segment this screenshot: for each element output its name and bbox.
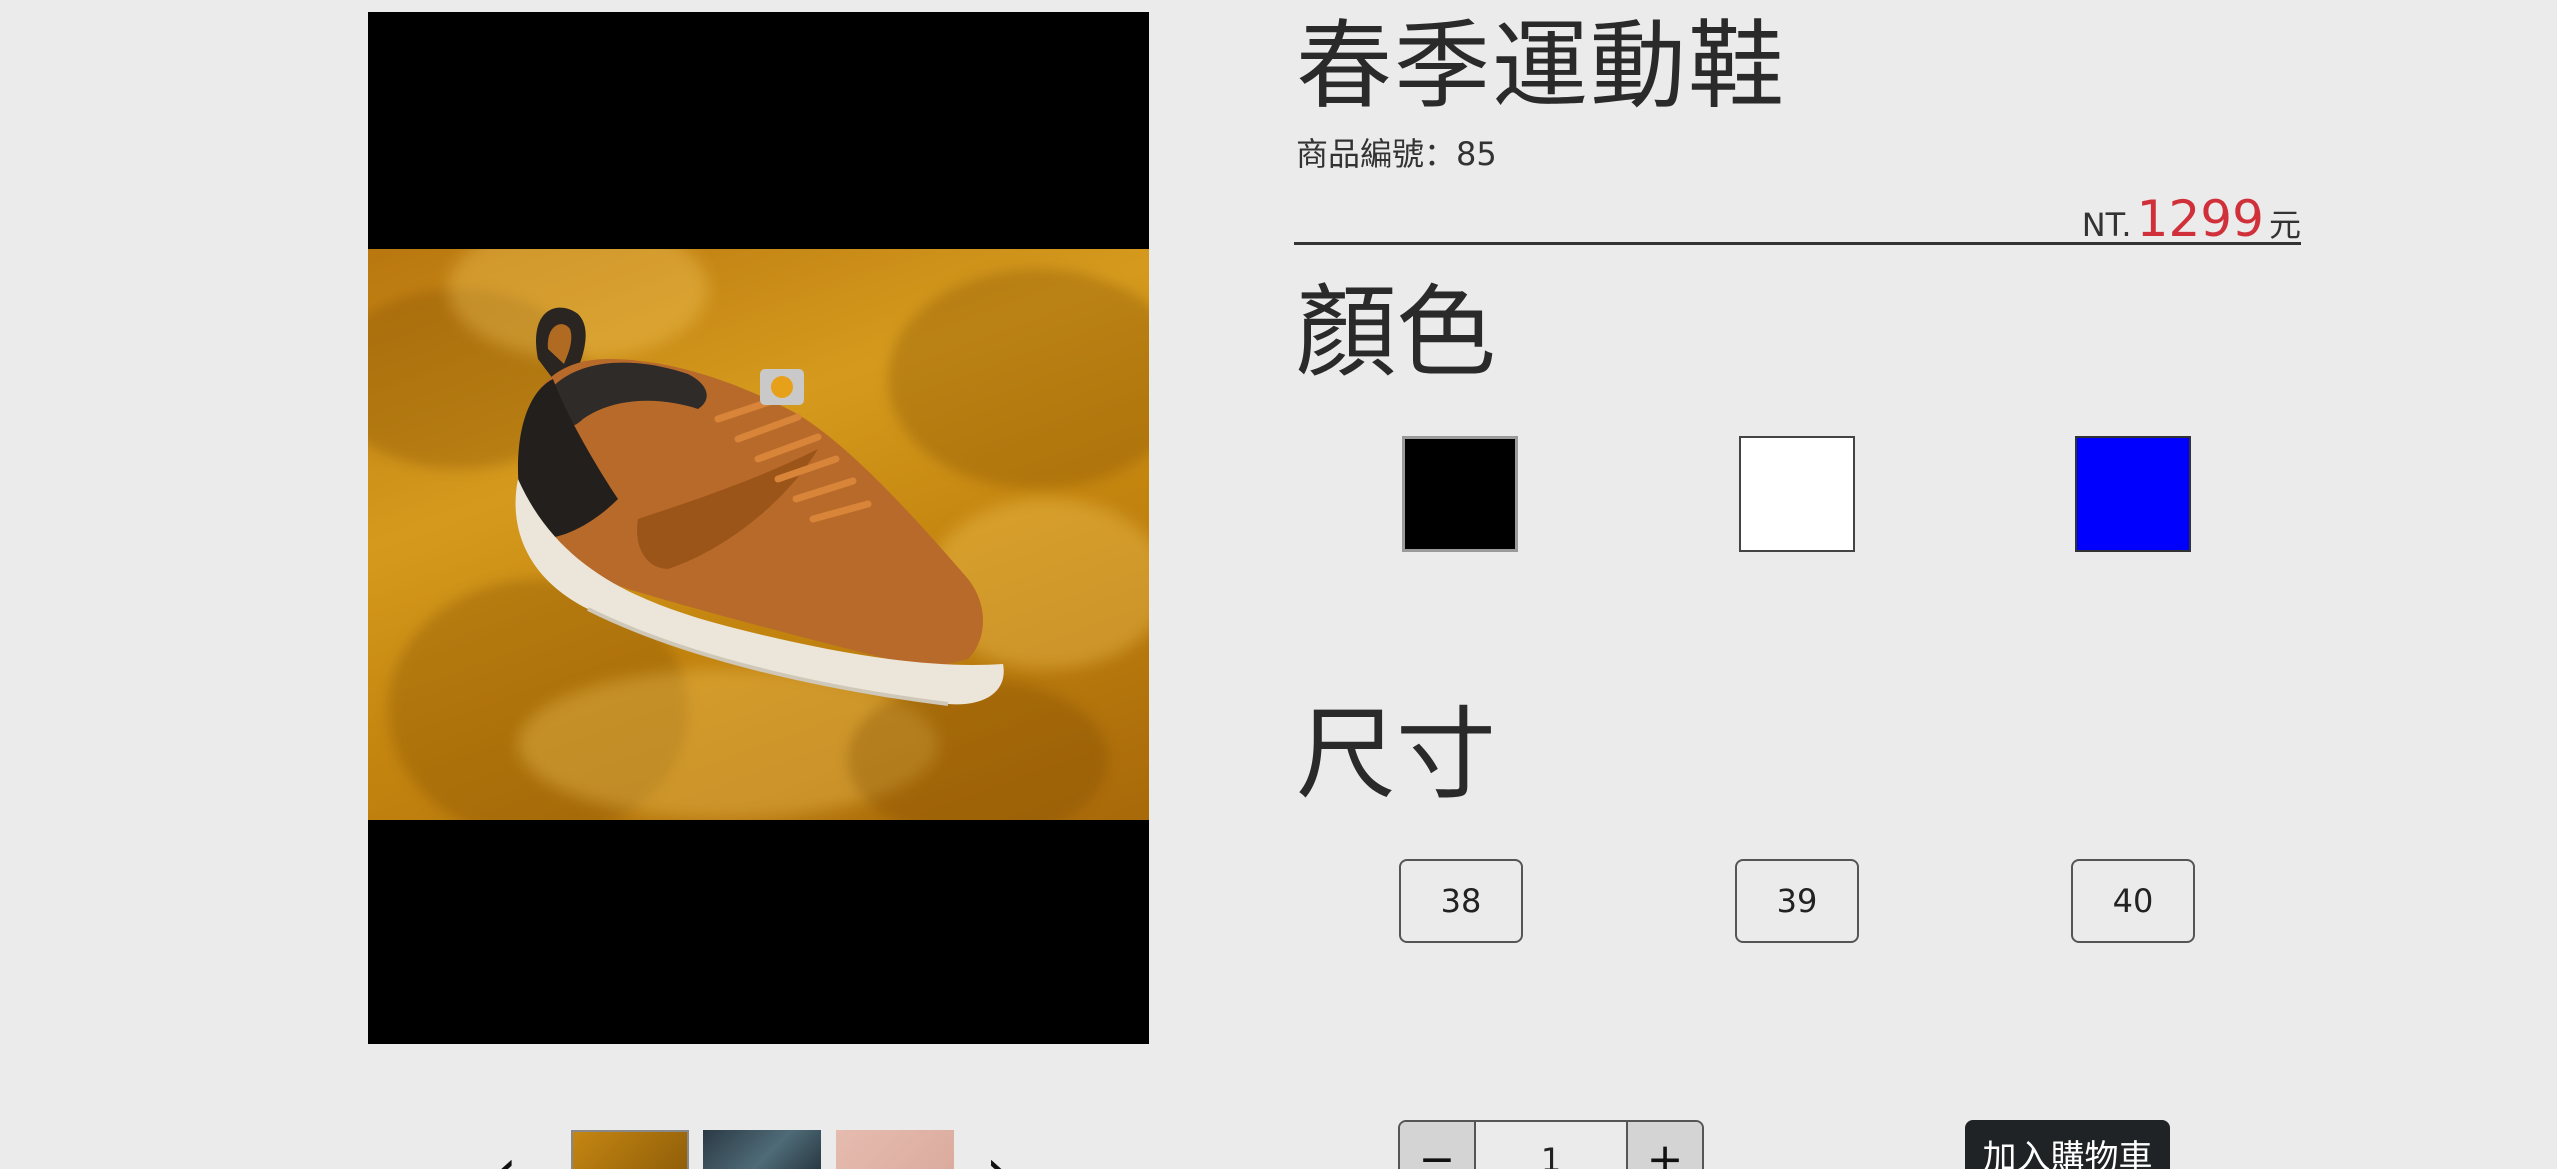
product-sku: 商品編號：85 — [1296, 135, 1497, 173]
size-button-39[interactable]: 39 — [1735, 859, 1859, 943]
price-currency: NT. — [2081, 206, 2132, 244]
color-swatch-blue[interactable] — [2075, 436, 2191, 552]
price-unit: 元 — [2268, 206, 2301, 244]
color-swatch-white[interactable] — [1739, 436, 1855, 552]
quantity-increase-button[interactable]: + — [1626, 1122, 1702, 1169]
product-title: 春季運動鞋 — [1296, 10, 1786, 122]
divider — [1294, 242, 2301, 245]
sneaker-photo — [368, 249, 1149, 820]
product-price: NT. 1299 元 — [2082, 190, 2301, 248]
gallery-prev-arrow-icon[interactable]: ‹ — [492, 1140, 518, 1169]
quantity-value[interactable]: 1 — [1476, 1122, 1626, 1169]
price-amount: 1299 — [2136, 190, 2264, 248]
color-heading: 顏色 — [1296, 274, 1496, 391]
color-swatch-black[interactable] — [1402, 436, 1518, 552]
size-button-40[interactable]: 40 — [2071, 859, 2195, 943]
thumbnail-2[interactable] — [703, 1130, 821, 1169]
main-product-image — [368, 12, 1149, 1044]
thumbnail-1[interactable] — [571, 1130, 689, 1169]
thumbnail-3[interactable] — [836, 1130, 954, 1169]
product-page: ‹ › 春季運動鞋 商品編號：85 NT. 1299 元 顏色 尺寸 38 39… — [0, 0, 2557, 1169]
size-button-38[interactable]: 38 — [1399, 859, 1523, 943]
sneaker-icon — [515, 307, 1004, 706]
quantity-stepper: − 1 + — [1398, 1120, 1704, 1169]
add-to-cart-button[interactable]: 加入購物車 — [1965, 1120, 2170, 1169]
gallery-next-arrow-icon[interactable]: › — [985, 1140, 1011, 1169]
quantity-decrease-button[interactable]: − — [1400, 1122, 1476, 1169]
size-heading: 尺寸 — [1296, 696, 1496, 813]
